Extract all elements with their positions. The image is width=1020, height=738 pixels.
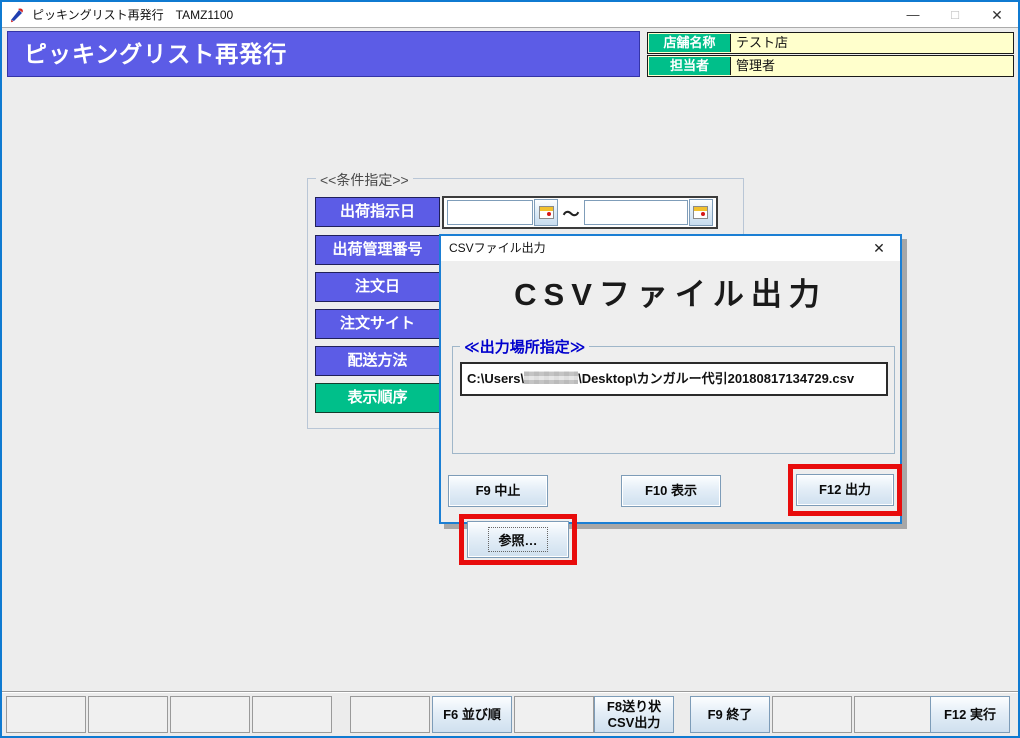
- f9-exit-button[interactable]: F9 終了: [690, 696, 770, 733]
- fkey-slot-11: [854, 696, 934, 733]
- ship-date-to-input[interactable]: [584, 200, 688, 225]
- ship-control-number-button[interactable]: 出荷管理番号: [315, 235, 440, 265]
- operator-field: 担当者 管理者: [647, 55, 1014, 77]
- os-titlebar: ピッキングリスト再発行 TAMZ1100 — □ ✕: [2, 2, 1018, 28]
- fkey-slot-5: [350, 696, 430, 733]
- maximize-button[interactable]: □: [938, 2, 972, 28]
- output-location-groupbox: ≪出力場所指定≫ C:\Users\\Desktop\カンガルー代引201808…: [452, 346, 895, 454]
- window-title: ピッキングリスト再発行 TAMZ1100: [32, 2, 233, 28]
- dialog-close-icon[interactable]: ✕: [868, 236, 890, 261]
- calendar-icon: [539, 206, 554, 219]
- fkey-slot-7: [514, 696, 594, 733]
- date-range-tilde: ～: [558, 200, 583, 225]
- dialog-title: CSVファイル出力: [449, 236, 546, 261]
- dialog-heading: CSVファイル出力: [441, 269, 900, 314]
- operator-value: 管理者: [736, 56, 1011, 76]
- fkey-slot-1: [6, 696, 86, 733]
- output-location-label: ≪出力場所指定≫: [460, 336, 589, 357]
- screen-header: ピッキングリスト再発行: [7, 31, 640, 77]
- fkey-slot-3: [170, 696, 250, 733]
- f12-output-button[interactable]: F12 出力: [796, 474, 894, 506]
- function-key-bar: F6 並び順 F8送り状 CSV出力 F9 終了 F12 実行: [2, 691, 1018, 736]
- annotation-box-browse: 参照…: [459, 514, 577, 565]
- f10-display-button[interactable]: F10 表示: [621, 475, 721, 507]
- masked-username: [524, 371, 578, 384]
- browse-button-label: 参照…: [488, 527, 547, 552]
- browse-button[interactable]: 参照…: [467, 521, 569, 558]
- path-prefix: C:\Users\: [467, 371, 524, 386]
- store-name-label: 店舗名称: [649, 34, 731, 52]
- calendar-icon: [693, 206, 708, 219]
- ship-date-range-panel: ～: [442, 196, 718, 229]
- display-order-button[interactable]: 表示順序: [315, 383, 440, 413]
- operator-label: 担当者: [649, 57, 731, 75]
- date-picker-from-button[interactable]: [534, 199, 558, 226]
- app-window: ピッキングリスト再発行 TAMZ1100 — □ ✕ ピッキングリスト再発行 店…: [0, 0, 1020, 738]
- f8-shipping-csv-button[interactable]: F8送り状 CSV出力: [594, 696, 674, 733]
- fkey-slot-10: [772, 696, 852, 733]
- delivery-method-button[interactable]: 配送方法: [315, 346, 440, 376]
- condition-group-label: <<条件指定>>: [316, 170, 413, 190]
- f9-cancel-button[interactable]: F9 中止: [448, 475, 548, 507]
- fkey-slot-4: [252, 696, 332, 733]
- dialog-titlebar: CSVファイル出力 ✕: [441, 236, 900, 261]
- order-date-button[interactable]: 注文日: [315, 272, 440, 302]
- minimize-button[interactable]: —: [896, 2, 930, 28]
- f6-sort-order-button[interactable]: F6 並び順: [432, 696, 512, 733]
- store-name-field: 店舗名称 テスト店: [647, 32, 1014, 54]
- order-site-button[interactable]: 注文サイト: [315, 309, 440, 339]
- page-title: ピッキングリスト再発行: [8, 32, 639, 76]
- path-suffix: \Desktop\カンガルー代引20180817134729.csv: [578, 371, 854, 386]
- store-name-value: テスト店: [736, 33, 1011, 53]
- f12-execute-button[interactable]: F12 実行: [930, 696, 1010, 733]
- output-path-field[interactable]: C:\Users\ \Desktop\カンガルー代引20180817134729.…: [460, 362, 888, 396]
- date-picker-to-button[interactable]: [689, 199, 713, 226]
- ship-date-button[interactable]: 出荷指示日: [315, 197, 440, 227]
- ship-date-from-input[interactable]: [447, 200, 533, 225]
- csv-output-dialog: CSVファイル出力 ✕ CSVファイル出力 ≪出力場所指定≫ C:\Users\…: [439, 234, 902, 524]
- annotation-box-f12-output: F12 出力: [788, 464, 902, 516]
- fkey-slot-2: [88, 696, 168, 733]
- close-button[interactable]: ✕: [980, 2, 1014, 28]
- app-icon: [9, 7, 25, 23]
